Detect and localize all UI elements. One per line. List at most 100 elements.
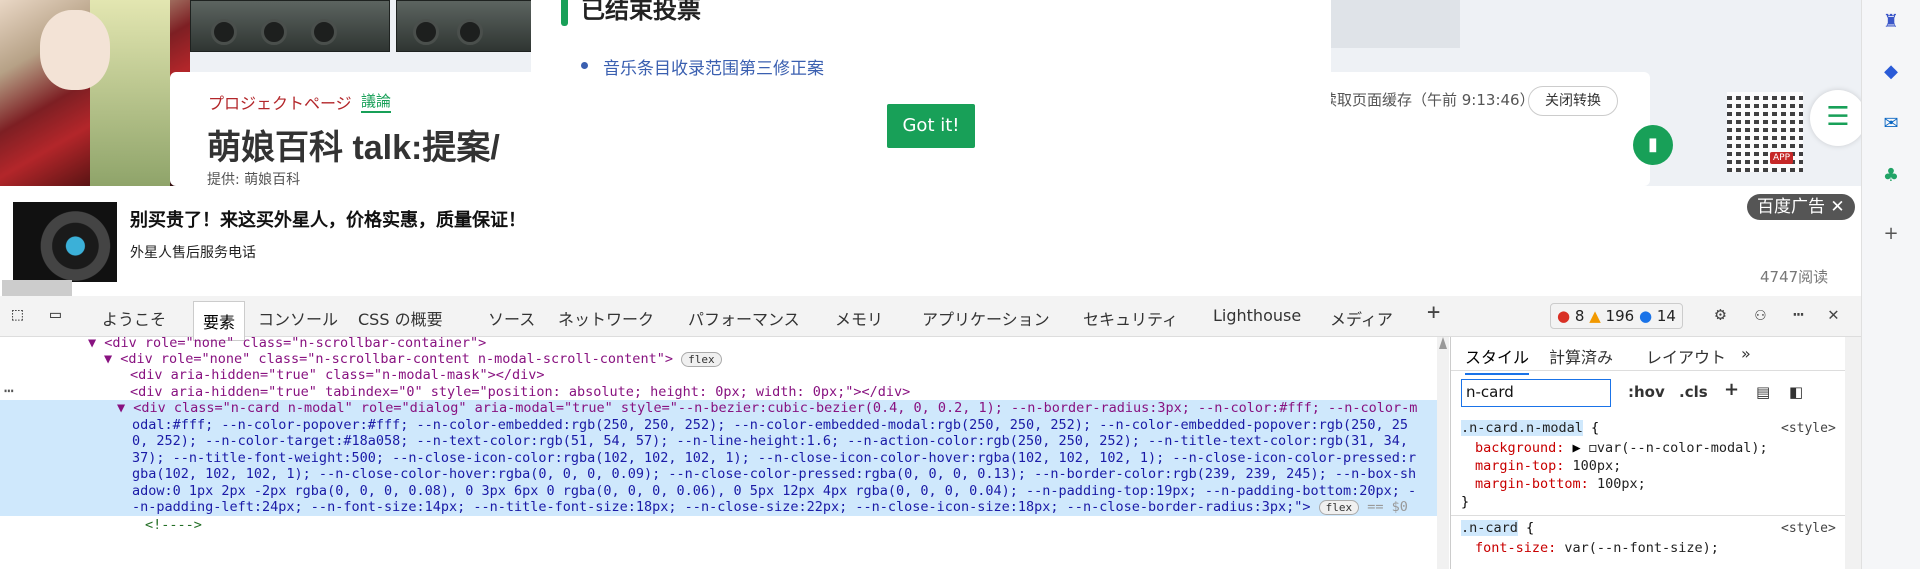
tab-security[interactable]: セキュリティ — [1083, 306, 1178, 330]
cls-toggle[interactable]: .cls — [1679, 383, 1708, 401]
vote-ended-modal: 已结束投票 音乐条目收录范围第三修正案 Got it! — [531, 0, 1331, 173]
gallery-thumbnail[interactable] — [190, 0, 390, 52]
outlook-icon[interactable]: ✉ — [1879, 112, 1903, 136]
vote-list: 音乐条目收录范围第三修正案 — [581, 54, 824, 79]
book-icon[interactable]: ▮ — [1633, 125, 1673, 165]
tab-network[interactable]: ネットワーク — [558, 306, 654, 330]
gallery-thumbnail[interactable] — [1330, 0, 1460, 48]
tab-memory[interactable]: メモリ — [835, 306, 883, 330]
dom-node-text: 0, 252); --n-color-target:#18a058; --n-t… — [132, 433, 1409, 449]
got-it-button[interactable]: Got it! — [887, 104, 975, 148]
ad-title[interactable]: 别买贵了！来这买外星人，价格实惠，质量保证！ — [130, 206, 526, 232]
warning-icon: ▲ — [1589, 307, 1601, 325]
comment-node[interactable]: <!----> — [145, 517, 202, 534]
styles-scrollbar[interactable] — [1845, 337, 1861, 569]
hov-toggle[interactable]: :hov — [1628, 383, 1665, 401]
tab-application[interactable]: アプリケーション — [922, 306, 1050, 330]
flex-badge[interactable]: flex — [1318, 500, 1360, 515]
dom-node-text: adow:0 1px 2px -2px rgba(0, 0, 0, 0.08),… — [132, 483, 1417, 499]
tab-welcome[interactable]: ようこそ — [102, 306, 166, 330]
info-icon: ● — [1638, 307, 1653, 325]
rule-close: } — [1461, 494, 1470, 510]
modal-title: 已结束投票 — [581, 0, 701, 24]
tab-css-overview[interactable]: CSS の概要 — [358, 306, 443, 330]
more-actions-icon[interactable]: ⋯ — [4, 382, 14, 400]
tab-layout[interactable]: レイアウト — [1646, 344, 1726, 368]
customize-icon[interactable]: ⚇ — [1755, 304, 1766, 325]
dom-node-text: gba(102, 102, 102, 1); --n-close-color-h… — [132, 466, 1417, 482]
ad-small-label — [2, 280, 72, 296]
tab-sources[interactable]: ソース — [488, 306, 535, 330]
sidebar-toggle-icon[interactable]: ◧ — [1789, 383, 1803, 401]
app-label: APP — [1770, 152, 1794, 164]
selected-marker: == $0 — [1367, 499, 1408, 515]
tab-computed[interactable]: 計算済み — [1549, 344, 1613, 368]
error-icon: ● — [1557, 307, 1571, 325]
tab-styles[interactable]: スタイル — [1465, 344, 1530, 375]
styles-filter-input[interactable]: n-card — [1461, 379, 1611, 407]
close-icon[interactable]: ✕ — [1828, 304, 1839, 325]
css-rule[interactable]: .n-card { — [1461, 519, 1534, 537]
tab-performance[interactable]: パフォーマンス — [688, 306, 800, 330]
devtools-panel: ⬚ ▭ ようこそ 要素 コンソール CSS の概要 ソース ネットワーク パフォ… — [0, 296, 1861, 569]
ad-badge[interactable]: 百度广告 ✕ — [1747, 194, 1855, 220]
rule-origin[interactable]: <style> — [1781, 421, 1836, 436]
inspect-icon[interactable]: ⬚ — [12, 304, 23, 325]
paint-icon[interactable]: ▤ — [1756, 383, 1770, 401]
tab-elements[interactable]: 要素 — [193, 301, 246, 341]
ad-banner[interactable]: 别买贵了！来这买外星人，价格实惠，质量保证！ 外星人售后服务电话 百度广告 ✕ … — [0, 186, 1861, 296]
chevron-double-right-icon[interactable]: » — [1741, 344, 1751, 363]
gear-icon[interactable]: ⚙ — [1715, 304, 1726, 325]
new-rule-icon[interactable]: + — [1724, 379, 1739, 400]
css-property[interactable]: margin-top: 100px; — [1475, 457, 1621, 475]
provided-by: 提供: 萌娘百科 — [207, 172, 301, 186]
add-icon[interactable]: + — [1879, 222, 1903, 246]
tree-icon[interactable]: ♣ — [1879, 164, 1903, 188]
tab-media[interactable]: メディア — [1330, 306, 1393, 330]
css-property[interactable]: margin-bottom: 100px; — [1475, 475, 1646, 493]
error-count: 8 — [1574, 307, 1585, 325]
project-page-label[interactable]: プロジェクトページ — [208, 90, 352, 114]
dom-node[interactable]: <div aria-hidden="true" tabindex="0" sty… — [130, 384, 910, 401]
dom-node[interactable]: <div aria-hidden="true" class="n-modal-m… — [130, 367, 545, 384]
tab-discussion[interactable]: 議論 — [361, 90, 392, 113]
read-count: 4747阅读 — [1760, 268, 1829, 286]
vote-link[interactable]: 音乐条目收录范围第三修正案 — [581, 54, 824, 79]
css-rule[interactable]: .n-card.n-modal { — [1461, 419, 1599, 437]
dom-node-selected[interactable]: ▼ <div class="n-card n-modal" role="dial… — [117, 400, 1417, 417]
dom-node[interactable]: ▼ <div role="none" class="n-scrollbar-co… — [104, 351, 722, 368]
warning-count: 196 — [1605, 307, 1635, 325]
close-convert-button[interactable]: 关闭转换 — [1528, 86, 1618, 116]
dom-node-text: 37); --n-title-font-weight:500; --n-clos… — [132, 450, 1417, 466]
flex-badge[interactable]: flex — [681, 352, 722, 367]
css-property[interactable]: font-size: var(--n-font-size); — [1475, 539, 1719, 557]
gallery-thumbnail[interactable] — [396, 0, 536, 52]
copilot-icon[interactable]: ◆ — [1879, 60, 1903, 84]
cache-status: 读取页面缓存（午前 9:13:46） — [1322, 91, 1535, 109]
css-property[interactable]: background: ▶ ◻var(--n-color-modal); — [1475, 439, 1768, 457]
issues-counter[interactable]: ● 8 ▲ 196 ● 14 — [1550, 303, 1683, 329]
list-icon[interactable]: ☰ — [1810, 90, 1861, 146]
close-icon[interactable]: ✕ — [1830, 197, 1844, 217]
dom-node[interactable]: ▼ <div role="none" class="n-scrollbar-co… — [88, 337, 486, 352]
title-accent-bar — [561, 0, 568, 26]
devtools-tabs: ⬚ ▭ ようこそ 要素 コンソール CSS の概要 ソース ネットワーク パフォ… — [0, 296, 1861, 341]
dom-node-text: -n-padding-left:24px; --n-font-size:14px… — [132, 499, 1408, 515]
dom-scrollbar[interactable] — [1437, 337, 1449, 569]
add-tab-icon[interactable]: + — [1427, 300, 1440, 325]
chess-icon[interactable]: ♜ — [1879, 10, 1903, 34]
info-count: 14 — [1656, 307, 1676, 325]
rule-origin[interactable]: <style> — [1781, 521, 1836, 536]
ad-image[interactable] — [13, 202, 117, 282]
styles-pane: スタイル 計算済み レイアウト » n-card :hov .cls + ▤ ◧… — [1450, 337, 1846, 569]
ad-subtitle[interactable]: 外星人售后服务电话 — [130, 242, 256, 262]
device-toolbar-icon[interactable]: ▭ — [50, 304, 61, 325]
dom-node-text: odal:#fff; --n-color-popover:#fff; --n-c… — [132, 417, 1409, 433]
tab-lighthouse[interactable]: Lighthouse — [1213, 306, 1301, 325]
page-title: 萌娘百科 talk:提案/ — [207, 129, 500, 167]
dom-tree[interactable]: ⋯ ▼ <div role="none" class="n-scrollbar-… — [0, 337, 1445, 569]
anime-illustration — [0, 0, 190, 186]
more-icon[interactable]: ⋯ — [1793, 304, 1804, 325]
tab-console[interactable]: コンソール — [258, 306, 338, 330]
styles-tabs: スタイル 計算済み レイアウト » — [1451, 337, 1846, 375]
